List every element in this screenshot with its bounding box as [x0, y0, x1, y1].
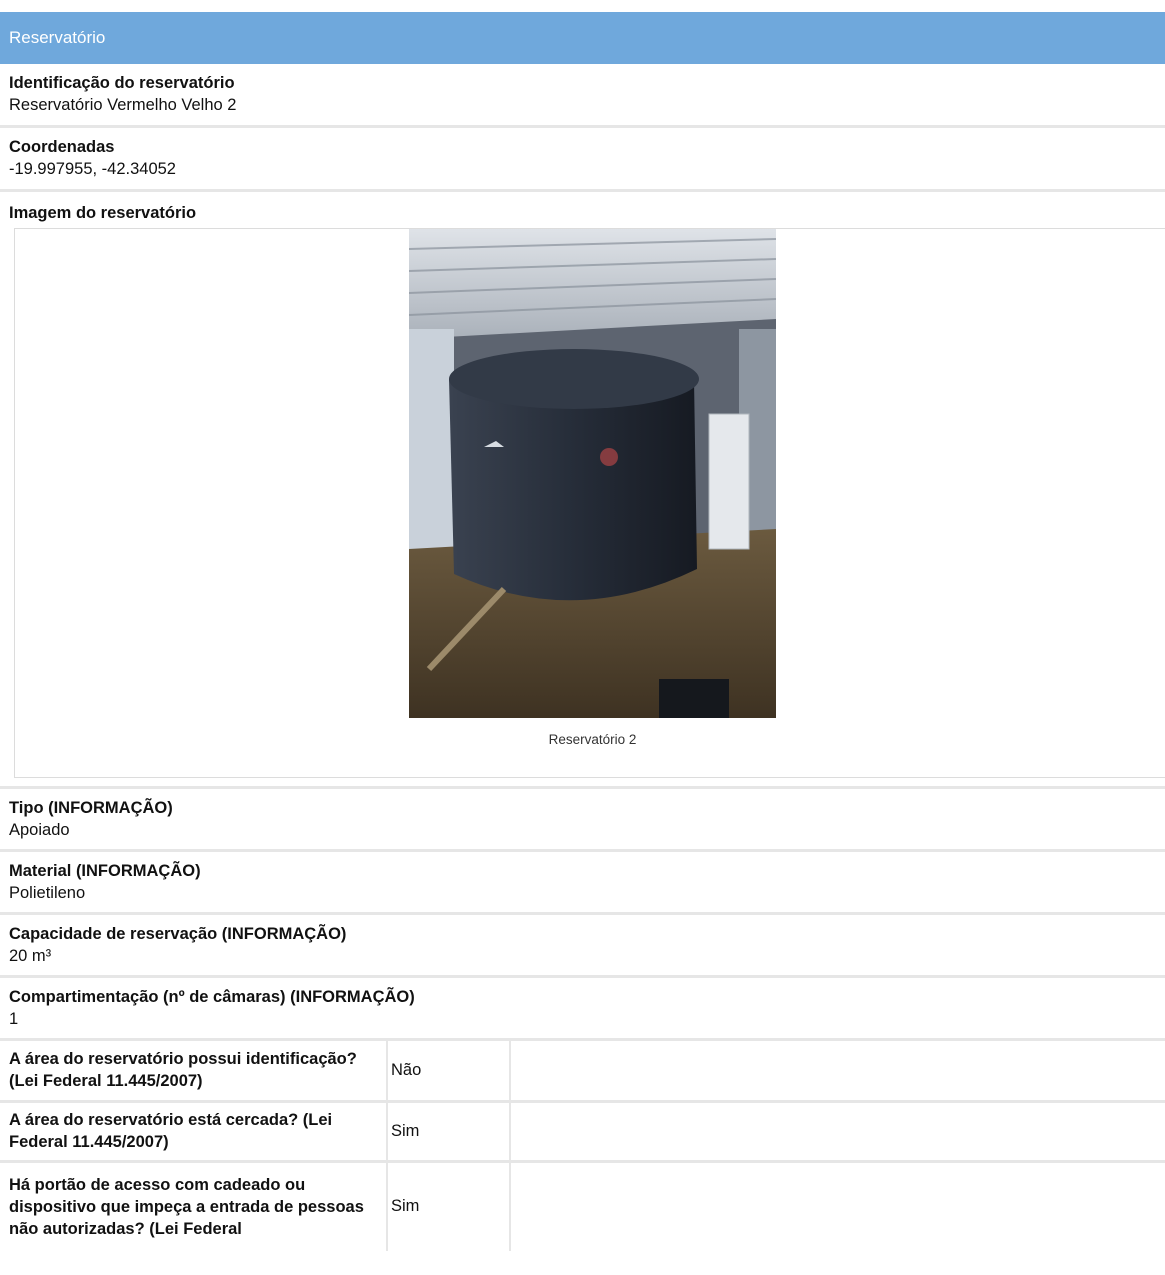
field-material: Material (INFORMAÇÃO) Polietileno	[0, 852, 1165, 915]
field-identificacao: Identificação do reservatório Reservatór…	[0, 64, 1165, 128]
question-text: Há portão de acesso com cadeado ou dispo…	[9, 1175, 364, 1238]
field-compartimentacao: Compartimentação (nº de câmaras) (INFORM…	[0, 978, 1165, 1041]
field-value: Polietileno	[9, 884, 86, 902]
answer-text: Não	[386, 1041, 511, 1103]
questions-table: A área do reservatório possui identifica…	[0, 1041, 1165, 1251]
table-row: Há portão de acesso com cadeado ou dispo…	[0, 1161, 1165, 1251]
field-label: Identificação do reservatório	[9, 74, 235, 92]
table-row: A área do reservatório possui identifica…	[0, 1041, 1165, 1103]
answer-text: Sim	[386, 1101, 511, 1163]
field-value: -19.997955, -42.34052	[9, 160, 176, 178]
answer-text: Sim	[386, 1161, 511, 1251]
report-sheet: Reservatório Identificação do reservatór…	[0, 12, 1165, 1251]
reservoir-photo	[409, 229, 776, 718]
field-value: 1	[9, 1010, 19, 1028]
field-label: Capacidade de reservação (INFORMAÇÃO)	[9, 925, 347, 943]
section-header: Reservatório	[0, 12, 1165, 64]
field-value: Reservatório Vermelho Velho 2	[9, 96, 237, 114]
field-label: Compartimentação (nº de câmaras) (INFORM…	[9, 988, 415, 1006]
field-coordenadas: Coordenadas -19.997955, -42.34052	[0, 128, 1165, 192]
field-capacidade: Capacidade de reservação (INFORMAÇÃO) 20…	[0, 915, 1165, 978]
field-tipo: Tipo (INFORMAÇÃO) Apoiado	[0, 789, 1165, 852]
field-label: Material (INFORMAÇÃO)	[9, 862, 201, 880]
image-container: Reservatório 2	[14, 228, 1165, 778]
field-imagem: Imagem do reservatório Reservatório 2	[0, 192, 1165, 789]
image-caption: Reservatório 2	[548, 732, 637, 747]
table-row: A área do reservatório está cercada? (Le…	[0, 1101, 1165, 1163]
image-label: Imagem do reservatório	[9, 204, 197, 222]
field-label: Tipo (INFORMAÇÃO)	[9, 799, 173, 817]
question-text: A área do reservatório possui identifica…	[0, 1041, 387, 1103]
field-value: Apoiado	[9, 821, 70, 839]
notes-cell	[510, 1041, 1165, 1103]
field-label: Coordenadas	[9, 138, 115, 156]
question-text: A área do reservatório está cercada? (Le…	[0, 1101, 387, 1163]
notes-cell	[510, 1101, 1165, 1163]
field-value: 20 m³	[9, 947, 52, 965]
section-title: Reservatório	[9, 28, 106, 47]
notes-cell	[510, 1161, 1165, 1251]
